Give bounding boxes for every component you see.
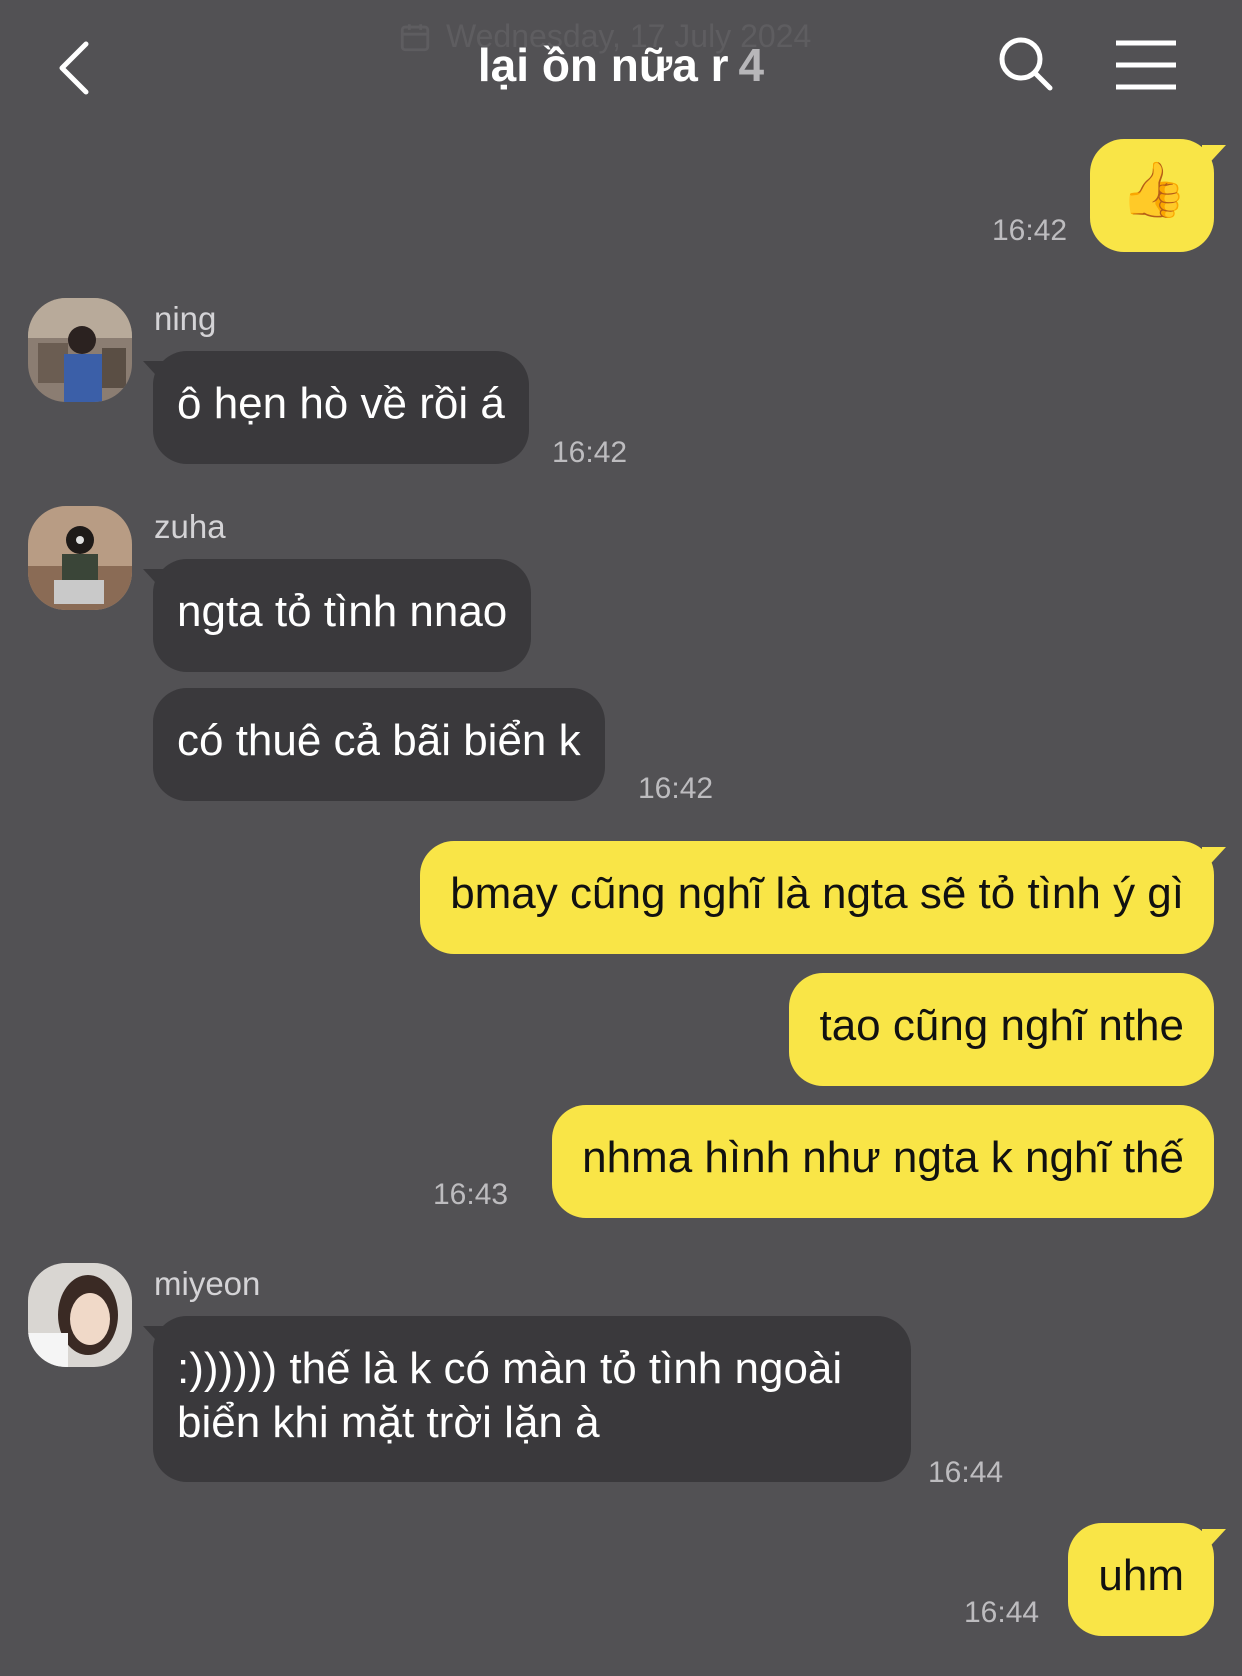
message-time: 16:42 xyxy=(992,214,1068,247)
emoji-message-bubble[interactable]: 👍 xyxy=(1090,139,1214,252)
message-bubble[interactable]: ô hẹn hò về rồi á xyxy=(143,351,529,464)
message-time: 16:44 xyxy=(928,1456,1004,1489)
message-bubble[interactable]: bmay cũng nghĩ là ngta sẽ tỏ tình ý gì xyxy=(420,841,1214,954)
avatar-photo-icon xyxy=(28,1263,132,1367)
avatar[interactable] xyxy=(28,298,132,402)
message-text: ô hẹn hò về rồi á xyxy=(177,379,505,428)
message-time: 16:42 xyxy=(552,436,628,469)
avatar-photo-icon xyxy=(28,506,132,610)
message-time: 16:42 xyxy=(638,772,714,805)
sender-name: zuha xyxy=(154,508,226,545)
message-text: :)))))) thế là k có màn tỏ tình ngoài bi… xyxy=(177,1344,843,1447)
message-text: uhm xyxy=(1098,1551,1184,1600)
thumbs-up-emoji: 👍 xyxy=(1120,160,1188,220)
member-count: 4 xyxy=(738,39,765,91)
message-bubble[interactable]: nhma hình như ngta k nghĩ thế xyxy=(552,1105,1214,1218)
chat-name: lại ồn nữa r xyxy=(477,39,729,91)
message-bubble[interactable]: tao cũng nghĩ nthe xyxy=(789,973,1214,1086)
hamburger-menu-icon xyxy=(1116,40,1176,90)
message-bubble[interactable]: uhm xyxy=(1068,1523,1214,1636)
message-bubble[interactable]: ngta tỏ tình nnao xyxy=(142,559,532,672)
avatar[interactable] xyxy=(28,506,132,610)
message-time: 16:44 xyxy=(964,1596,1040,1629)
sender-name: miyeon xyxy=(154,1265,261,1302)
chat-header: lại ồn nữa r4 xyxy=(0,0,1242,130)
message-time: 16:43 xyxy=(433,1178,509,1211)
message-text: ngta tỏ tình nnao xyxy=(177,587,508,636)
message-text: nhma hình như ngta k nghĩ thế xyxy=(582,1133,1184,1182)
message-bubble[interactable]: có thuê cả bãi biển k xyxy=(153,688,605,801)
menu-button[interactable] xyxy=(1114,38,1178,92)
avatar[interactable] xyxy=(28,1263,132,1367)
avatar-photo-icon xyxy=(28,298,132,402)
search-icon xyxy=(999,37,1053,91)
search-button[interactable] xyxy=(996,34,1056,94)
sender-name: ning xyxy=(154,300,217,337)
message-text: tao cũng nghĩ nthe xyxy=(819,1001,1184,1050)
message-text: bmay cũng nghĩ là ngta sẽ tỏ tình ý gì xyxy=(450,869,1184,918)
message-bubble[interactable]: :)))))) thế là k có màn tỏ tình ngoài bi… xyxy=(143,1316,911,1482)
message-text: có thuê cả bãi biển k xyxy=(177,716,581,765)
